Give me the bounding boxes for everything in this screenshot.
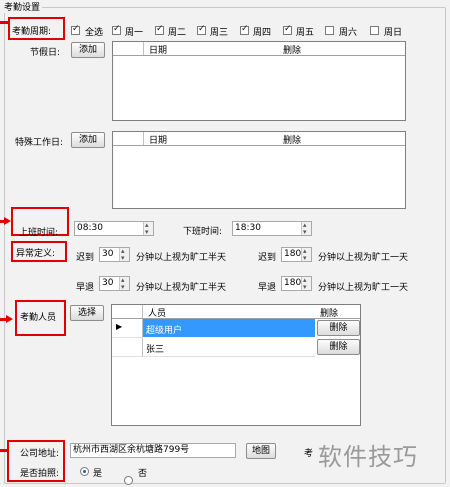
- checkbox-all-box[interactable]: [71, 24, 80, 35]
- early-half-spinner[interactable]: [119, 274, 129, 294]
- work-start-value: 08:30: [77, 223, 103, 233]
- holiday-add-button[interactable]: 添加: [71, 42, 105, 58]
- early-full-spinner[interactable]: [301, 274, 311, 294]
- holiday-col-date: 日期: [149, 46, 168, 56]
- work-end-input[interactable]: 18:30: [232, 219, 312, 239]
- staff-row-1-name: 超级用户: [146, 326, 183, 336]
- attendance-settings-panel: 考勤设置 考勤周期: 全选 周一 周二 周三 周四 周五 周六 周日 节假日: …: [0, 0, 450, 487]
- highlight-arrowhead-worktime: [4, 217, 11, 225]
- watermark-text: 软件技巧: [318, 443, 418, 471]
- late-full-spinner[interactable]: [301, 245, 311, 265]
- early-half-value: 30: [102, 278, 114, 288]
- staff-row-2-name-cell[interactable]: 张三: [143, 338, 315, 357]
- photo-yes-radio[interactable]: [80, 467, 89, 476]
- cycle-checkbox-all-label: 全选: [85, 28, 104, 38]
- late-half-text: 分钟以上视为旷工半天: [136, 253, 227, 263]
- staff-grid[interactable]: 人员 删除 ▶ 超级用户 删除 张三 删除: [111, 304, 361, 426]
- cycle-checkbox-mon-label: 周一: [125, 28, 144, 38]
- cycle-checkbox-sun[interactable]: [370, 26, 379, 38]
- holiday-grid-corner: [113, 42, 144, 55]
- cycle-checkbox-mon[interactable]: [112, 24, 121, 38]
- special-workday-grid-header: 日期 删除: [113, 132, 405, 146]
- map-button[interactable]: 地图: [246, 443, 276, 459]
- special-workday-label: 特殊工作日:: [15, 138, 64, 148]
- work-end-value: 18:30: [235, 223, 261, 233]
- cycle-checkbox-wed[interactable]: [197, 24, 206, 38]
- staff-grid-header: 人员 删除: [112, 305, 360, 319]
- address-input[interactable]: 杭州市西湖区余杭塘路799号: [70, 443, 236, 458]
- cycle-checkbox-sat-label: 周六: [339, 28, 358, 38]
- photo-yes-label: 是: [93, 469, 103, 479]
- checkbox-thu-box[interactable]: [240, 24, 249, 35]
- staff-grid-corner: [112, 305, 143, 318]
- late-half-value: 30: [102, 249, 114, 259]
- work-end-label: 下班时间:: [183, 227, 223, 237]
- cycle-checkbox-wed-label: 周三: [210, 28, 229, 38]
- staff-row-1-indicator[interactable]: ▶: [112, 319, 143, 338]
- late-full-text: 分钟以上视为旷工一天: [318, 253, 409, 263]
- cycle-checkbox-all[interactable]: [71, 24, 80, 38]
- checkbox-fri-box[interactable]: [283, 24, 292, 35]
- checkbox-tue-box[interactable]: [155, 24, 164, 35]
- special-workday-col-date: 日期: [149, 136, 168, 146]
- holiday-label: 节假日:: [30, 48, 61, 58]
- early-full-value: 180: [284, 278, 302, 288]
- special-workday-grid[interactable]: 日期 删除: [112, 131, 406, 209]
- address-value: 杭州市西湖区余杭塘路799号: [73, 445, 190, 455]
- work-start-label: 上班时间:: [19, 228, 59, 238]
- late-full-value: 180: [284, 249, 302, 259]
- cycle-checkbox-fri[interactable]: [283, 24, 292, 38]
- work-start-spinner[interactable]: [143, 219, 153, 239]
- photo-no-label: 否: [138, 469, 148, 479]
- checkbox-sun-box[interactable]: [370, 26, 379, 35]
- holiday-grid[interactable]: 日期 删除: [112, 41, 406, 121]
- address-label: 公司地址:: [20, 449, 60, 459]
- staff-row-1-delete-button[interactable]: 删除: [317, 320, 360, 336]
- early-label-full: 早退: [258, 283, 277, 293]
- highlight-arrowhead-staff: [6, 315, 13, 323]
- late-half-spinner[interactable]: [119, 245, 129, 265]
- staff-select-button[interactable]: 选择: [70, 305, 104, 321]
- late-label-full: 迟到: [258, 253, 277, 263]
- photo-label: 是否拍照:: [20, 469, 60, 479]
- cycle-checkbox-sun-label: 周日: [384, 28, 403, 38]
- late-label-half: 迟到: [76, 253, 95, 263]
- cycle-checkbox-tue[interactable]: [155, 24, 164, 38]
- cycle-checkbox-tue-label: 周二: [168, 28, 187, 38]
- early-full-input[interactable]: 180: [281, 274, 312, 294]
- early-label-half: 早退: [76, 283, 95, 293]
- special-workday-grid-corner: [113, 132, 144, 145]
- staff-row-2-indicator[interactable]: [112, 338, 143, 357]
- staff-col-person: 人员: [148, 309, 167, 319]
- special-workday-add-button[interactable]: 添加: [71, 132, 105, 148]
- cycle-checkbox-thu-label: 周四: [253, 28, 272, 38]
- early-full-text: 分钟以上视为旷工一天: [318, 283, 409, 293]
- staff-row-2-name: 张三: [146, 345, 165, 355]
- early-half-text: 分钟以上视为旷工半天: [136, 283, 227, 293]
- cycle-checkbox-sat[interactable]: [325, 26, 334, 38]
- truncated-field-label: 考: [304, 449, 314, 459]
- staff-label: 考勤人员: [20, 313, 57, 323]
- holiday-grid-header: 日期 删除: [113, 42, 405, 56]
- cycle-label: 考勤周期:: [12, 27, 52, 37]
- settings-group-title: 考勤设置: [2, 0, 43, 13]
- late-full-input[interactable]: 180: [281, 245, 312, 265]
- work-end-spinner[interactable]: [301, 219, 311, 239]
- checkbox-wed-box[interactable]: [197, 24, 206, 35]
- photo-no-radio[interactable]: [124, 476, 133, 485]
- checkbox-sat-box[interactable]: [325, 26, 334, 35]
- cycle-checkbox-fri-label: 周五: [296, 28, 315, 38]
- work-start-input[interactable]: 08:30: [74, 219, 154, 239]
- staff-col-delete: 删除: [320, 309, 339, 319]
- staff-row-1-name-cell[interactable]: 超级用户: [143, 319, 315, 337]
- early-half-input[interactable]: 30: [99, 274, 130, 294]
- anomaly-label: 异常定义:: [16, 249, 56, 259]
- holiday-col-delete: 删除: [283, 46, 302, 56]
- current-row-arrow-icon: ▶: [116, 322, 123, 331]
- special-workday-col-delete: 删除: [283, 136, 302, 146]
- late-half-input[interactable]: 30: [99, 245, 130, 265]
- checkbox-mon-box[interactable]: [112, 24, 121, 35]
- cycle-checkbox-thu[interactable]: [240, 24, 249, 38]
- staff-row-2-delete-button[interactable]: 删除: [317, 339, 360, 355]
